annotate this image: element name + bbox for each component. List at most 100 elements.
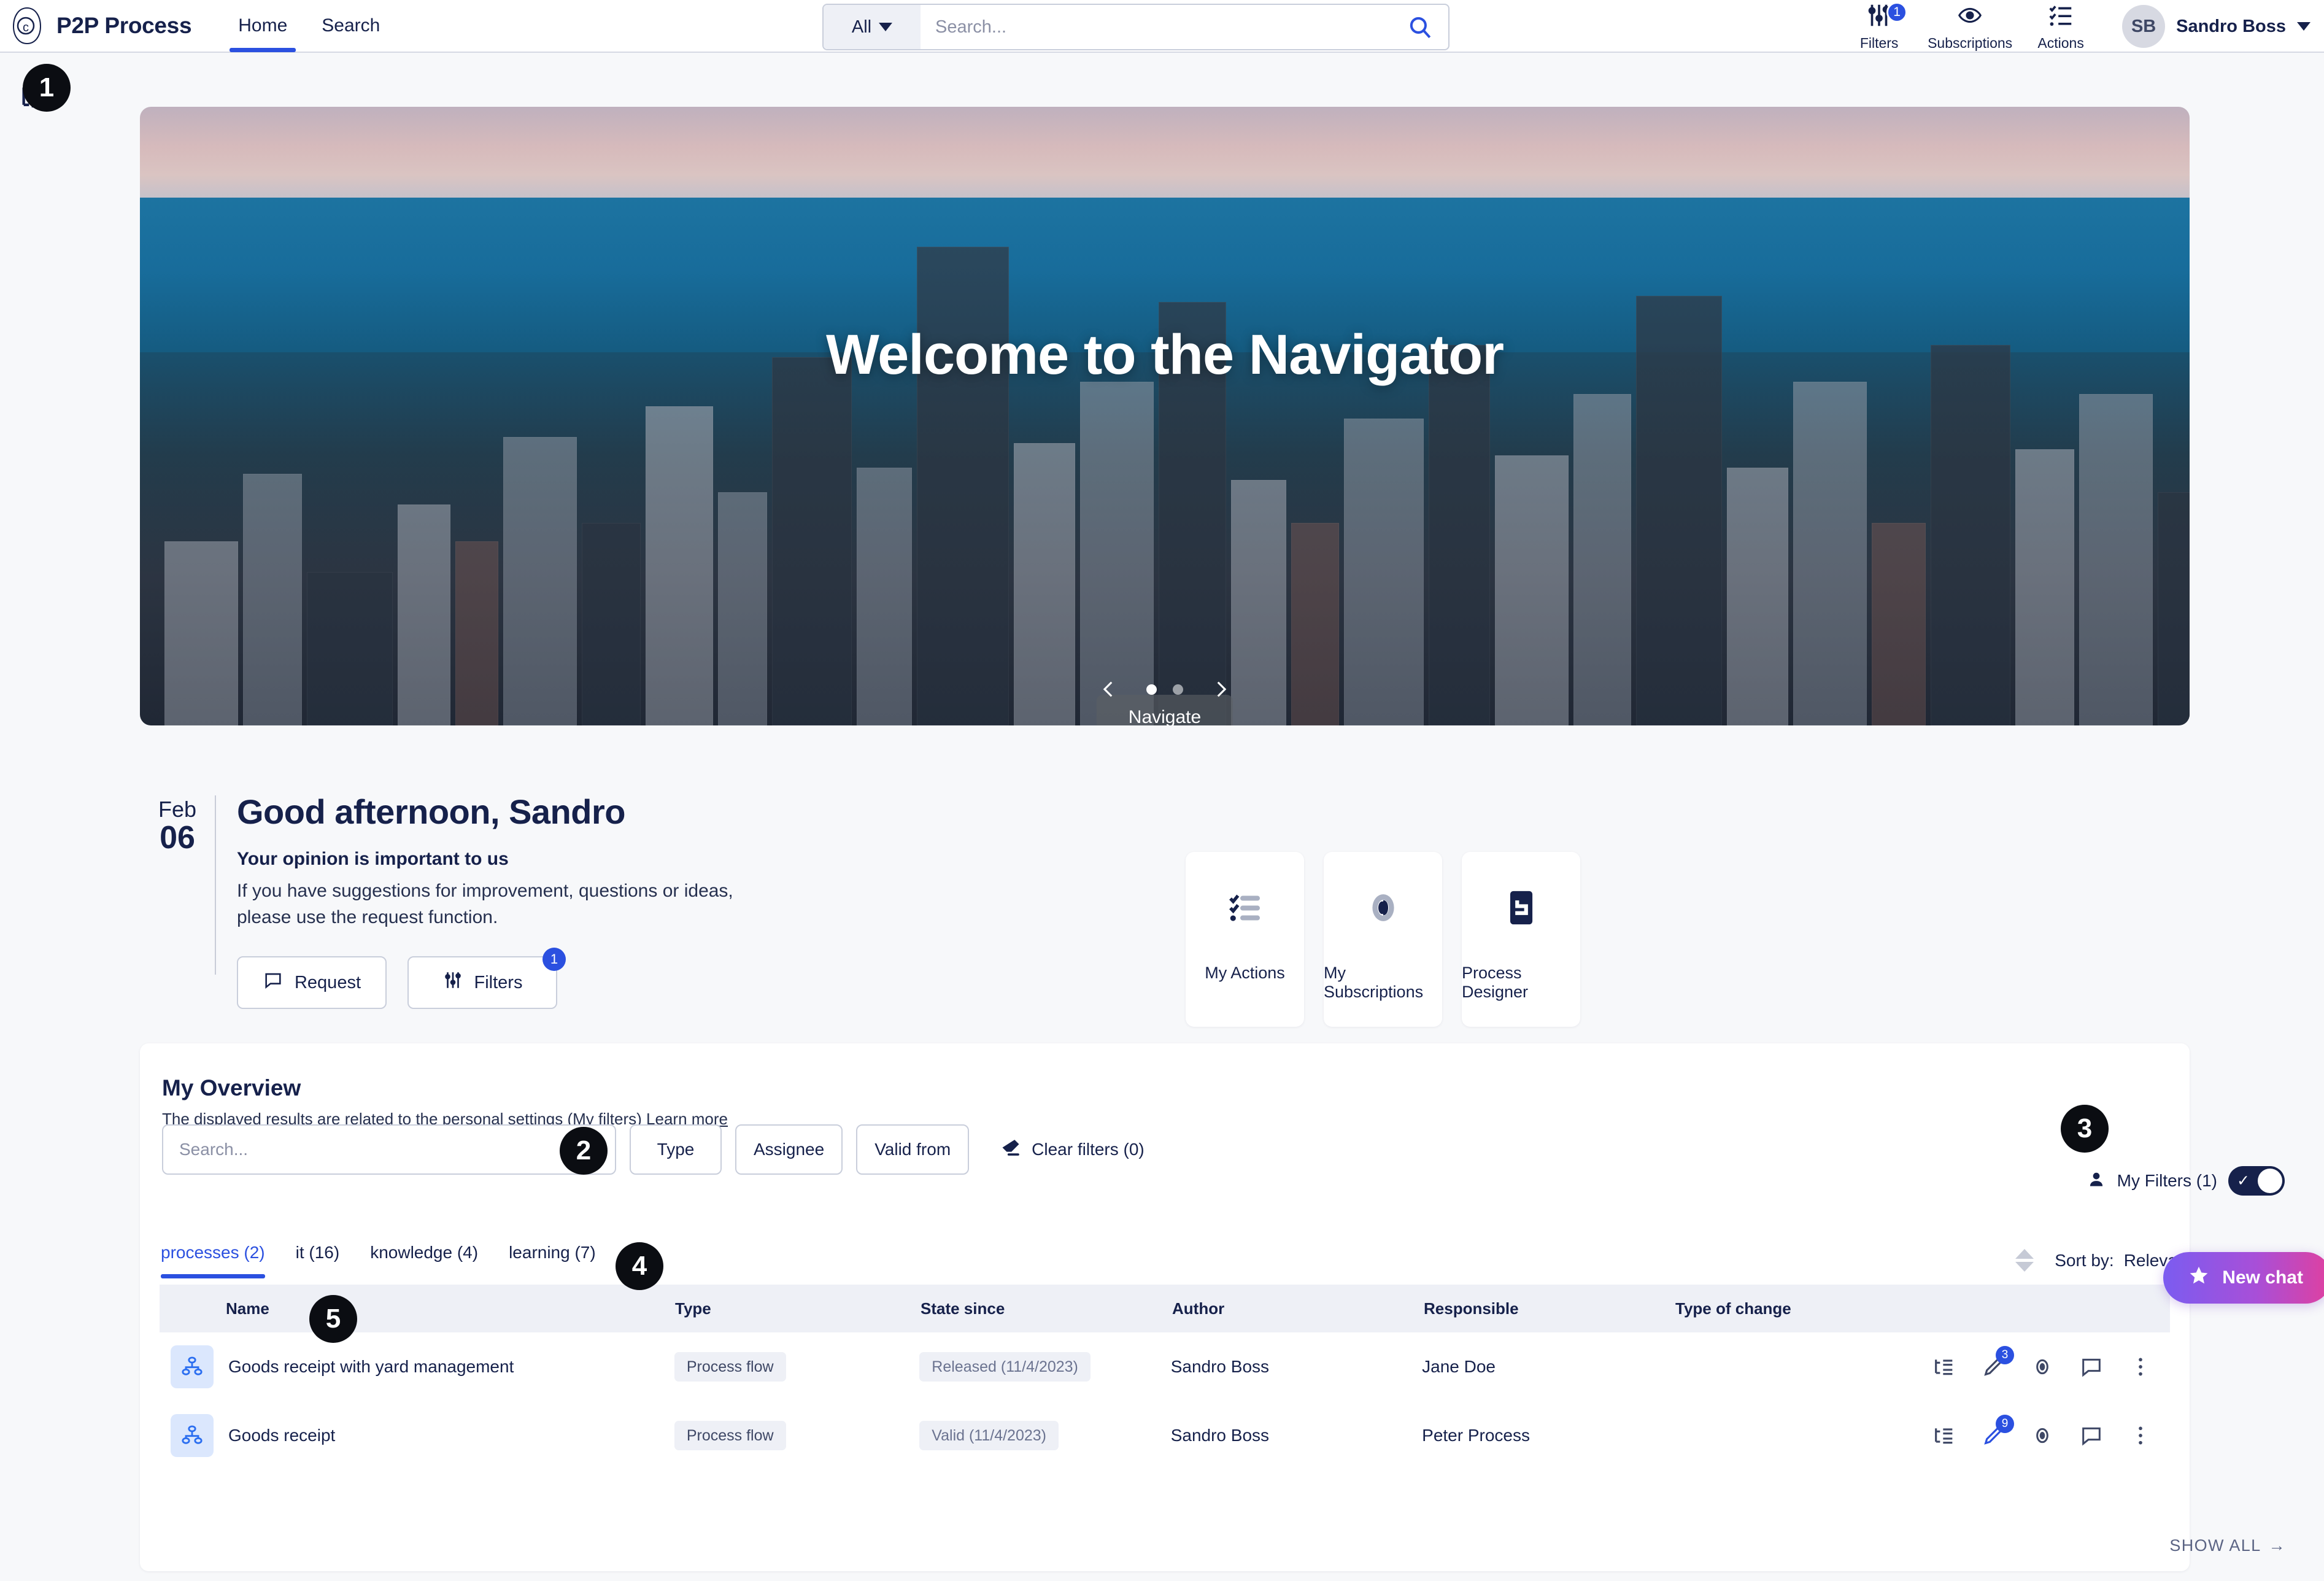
column-header-author: Author xyxy=(1172,1299,1225,1318)
my-overview-title: My Overview xyxy=(162,1075,301,1100)
hero-carousel-controls xyxy=(1098,679,1231,700)
hero-image xyxy=(140,107,2190,725)
clear-filters-label: Clear filters (0) xyxy=(1032,1140,1145,1159)
arrow-right-icon: → xyxy=(2268,1536,2286,1555)
carousel-dot-1[interactable] xyxy=(1146,684,1157,695)
overview-filter-bar: Type Assignee Valid from Clear filters (… xyxy=(162,1124,1145,1175)
overview-search xyxy=(162,1124,616,1175)
filter-button-assignee[interactable]: Assignee xyxy=(735,1124,843,1175)
comment-icon[interactable] xyxy=(2078,1353,2105,1380)
brand-name: P2P Process xyxy=(56,13,192,38)
comment-icon[interactable] xyxy=(2078,1422,2105,1449)
pencil-badge: 3 xyxy=(1995,1346,2014,1364)
brand[interactable]: c P2P Process xyxy=(11,7,192,45)
column-header-type-of-change: Type of change xyxy=(1675,1299,1791,1318)
tab-processes[interactable]: processes (2) xyxy=(161,1243,279,1278)
pencil-badge: 9 xyxy=(1995,1415,2014,1433)
search-scope-dropdown[interactable]: All xyxy=(824,5,921,49)
eye-icon[interactable] xyxy=(2029,1353,2056,1380)
hero-carousel: Welcome to the Navigator Navigate xyxy=(140,107,2190,725)
annotation-marker-3: 3 xyxy=(2061,1105,2109,1153)
chevron-down-icon xyxy=(879,23,893,31)
card-process-designer[interactable]: Process Designer xyxy=(1462,852,1580,1027)
column-header-state: State since xyxy=(921,1299,1005,1318)
tab-knowledge[interactable]: knowledge (4) xyxy=(370,1243,492,1278)
overview-tabs: processes (2) it (16) knowledge (4) lear… xyxy=(161,1243,627,1278)
app-page: c P2P Process Home Search All Search... … xyxy=(0,0,2324,1581)
eye-icon[interactable] xyxy=(2029,1422,2056,1449)
my-filters-toggle[interactable]: ✓ xyxy=(2228,1166,2285,1196)
global-search: All xyxy=(822,4,1450,50)
tree-list-icon[interactable] xyxy=(1931,1353,1958,1380)
header-tool-subscriptions[interactable]: Subscriptions xyxy=(1924,0,2015,53)
search-icon[interactable] xyxy=(1392,5,1448,49)
card-my-actions[interactable]: My Actions xyxy=(1186,852,1304,1027)
sort-arrows-icon[interactable] xyxy=(2015,1249,2034,1272)
process-hierarchy-icon xyxy=(171,1345,214,1388)
table-row[interactable]: Goods receipt with yard management Proce… xyxy=(160,1332,2170,1401)
status-badge: Valid (11/4/2023) xyxy=(919,1421,1059,1450)
app-header: c P2P Process Home Search All Search... … xyxy=(0,0,2324,53)
row-name-link[interactable]: Goods receipt with yard management xyxy=(228,1357,514,1377)
overview-search-input[interactable] xyxy=(163,1126,576,1173)
overview-table: Name Type State since Author Responsible… xyxy=(160,1285,2170,1470)
tab-it-label: it (16) xyxy=(295,1243,340,1262)
annotation-marker-3-number: 3 xyxy=(2077,1113,2093,1143)
filter-button-valid-from[interactable]: Valid from xyxy=(856,1124,970,1175)
row-name-link[interactable]: Goods receipt xyxy=(228,1426,335,1445)
clear-filters-button[interactable]: Clear filters (0) xyxy=(1000,1137,1145,1163)
show-all-label: SHOW ALL xyxy=(2169,1536,2261,1555)
eye-icon xyxy=(1364,852,1403,964)
column-header-responsible: Responsible xyxy=(1424,1299,1519,1318)
carousel-dot-2[interactable] xyxy=(1173,684,1183,695)
avatar: SB xyxy=(2122,5,2166,48)
annotation-marker-2: 2 xyxy=(560,1127,608,1175)
pencil-icon[interactable]: 3 xyxy=(1980,1346,2014,1380)
header-tool-subscriptions-label: Subscriptions xyxy=(1928,35,2013,51)
filter-button-type-label: Type xyxy=(657,1140,695,1159)
chevron-left-icon[interactable] xyxy=(1098,679,1119,700)
card-my-subscriptions[interactable]: My Subscriptions xyxy=(1324,852,1442,1027)
annotation-marker-4-number: 4 xyxy=(631,1251,647,1281)
nav-item-home[interactable]: Home xyxy=(221,0,304,52)
request-button[interactable]: Request xyxy=(237,956,387,1010)
filters-button[interactable]: Filters 1 xyxy=(407,948,566,1010)
row-author: Sandro Boss xyxy=(1170,1357,1270,1376)
nav-item-search[interactable]: Search xyxy=(304,0,397,52)
new-chat-button[interactable]: New chat xyxy=(2163,1252,2324,1304)
filter-button-type[interactable]: Type xyxy=(630,1124,722,1175)
my-filters-toggle-group: My Filters (1) ✓ xyxy=(2087,1166,2285,1196)
chevron-down-icon xyxy=(2297,22,2310,31)
search-input[interactable] xyxy=(921,5,1392,49)
comment-icon xyxy=(263,970,284,995)
header-tool-actions[interactable]: Actions xyxy=(2015,0,2106,53)
tree-list-icon[interactable] xyxy=(1931,1422,1958,1449)
star-icon xyxy=(2188,1264,2210,1291)
more-vertical-icon[interactable] xyxy=(2127,1353,2154,1380)
eye-icon xyxy=(1956,1,1984,33)
today-date: Feb 06 xyxy=(140,790,215,1009)
signavio-s-icon xyxy=(1502,852,1540,964)
chevron-right-icon[interactable] xyxy=(1210,679,1231,700)
greeting-section: Feb 06 Good afternoon, Sandro Your opini… xyxy=(140,790,777,1010)
divider xyxy=(215,795,216,975)
user-menu[interactable]: SB Sandro Boss xyxy=(2122,5,2310,48)
process-hierarchy-icon xyxy=(171,1414,214,1457)
nav-item-search-label: Search xyxy=(322,15,380,36)
carousel-dots xyxy=(1146,684,1183,695)
pencil-icon[interactable]: 9 xyxy=(1980,1415,2014,1449)
user-name: Sandro Boss xyxy=(2176,16,2286,36)
checklist-icon xyxy=(1226,852,1265,964)
header-tool-filters[interactable]: Filters 1 xyxy=(1834,0,1924,53)
table-row[interactable]: Goods receipt Process flow Valid (11/4/2… xyxy=(160,1401,2170,1470)
nav-item-home-label: Home xyxy=(238,15,288,36)
tab-learning[interactable]: learning (7) xyxy=(509,1243,609,1278)
svg-text:c: c xyxy=(23,21,29,34)
row-author: Sandro Boss xyxy=(1170,1426,1270,1445)
tab-it[interactable]: it (16) xyxy=(296,1243,353,1278)
annotation-marker-1-number: 1 xyxy=(39,72,55,102)
show-all-link[interactable]: SHOW ALL → xyxy=(2169,1536,2286,1555)
row-actions: 9 xyxy=(1931,1415,2170,1449)
type-badge: Process flow xyxy=(674,1352,786,1382)
more-vertical-icon[interactable] xyxy=(2127,1422,2154,1449)
